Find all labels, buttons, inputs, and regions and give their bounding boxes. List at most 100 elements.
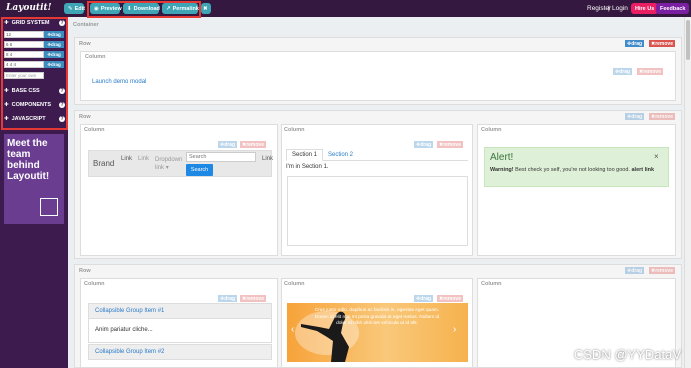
- row-remove-button[interactable]: ✖ remove: [649, 113, 675, 120]
- clear-button[interactable]: ✖: [201, 3, 211, 14]
- column-remove-button[interactable]: ✖ remove: [240, 295, 266, 302]
- drag-label: drag: [51, 32, 61, 37]
- help-icon[interactable]: ?: [59, 20, 65, 26]
- plus-icon: ✚: [4, 102, 9, 108]
- drag-label: drag: [631, 113, 643, 120]
- carousel-prev-icon[interactable]: ‹: [291, 324, 294, 335]
- download-icon: ⬇: [127, 5, 132, 12]
- row-label: Row: [79, 41, 91, 47]
- column-drag-handle[interactable]: ✥ drag: [218, 141, 238, 148]
- column-remove-button[interactable]: ✖ remove: [437, 141, 463, 148]
- javascript-header[interactable]: ✚ JAVASCRIPT?: [4, 116, 65, 122]
- team-promo[interactable]: Meet the team behind Layoutit!: [4, 134, 64, 224]
- grid-drag-12[interactable]: ✥ drag: [44, 31, 64, 38]
- column-1[interactable]: [80, 51, 676, 101]
- download-label: Download: [133, 5, 160, 12]
- scrollbar[interactable]: [684, 17, 691, 368]
- tab-panel: [287, 176, 468, 246]
- nav-separator: |: [608, 5, 610, 12]
- collapse-body-text: Anim pariatur cliche...: [95, 327, 153, 333]
- column-label: Column: [284, 127, 305, 133]
- launch-demo-modal-link[interactable]: Launch demo modal: [92, 79, 146, 85]
- grid-input-8-4[interactable]: 8 4: [4, 51, 44, 58]
- column-label: Column: [284, 281, 305, 287]
- caret-icon: ▾: [165, 165, 169, 171]
- row-label: Row: [79, 114, 91, 120]
- column-remove-button[interactable]: ✖ remove: [637, 68, 663, 75]
- column-label: Column: [84, 281, 105, 287]
- column-drag-handle[interactable]: ✥ drag: [613, 68, 633, 75]
- drag-label: drag: [51, 42, 61, 47]
- plus-icon: ✚: [4, 88, 9, 94]
- promo-frame: [40, 198, 58, 216]
- grid-input-12[interactable]: 12: [4, 31, 44, 38]
- base-css-header[interactable]: ✚ BASE CSS?: [4, 88, 65, 94]
- column-remove-button[interactable]: ✖ remove: [437, 295, 463, 302]
- drag-label: drag: [51, 62, 61, 67]
- navbar-search-button[interactable]: Search: [186, 164, 213, 176]
- column-drag-handle[interactable]: ✥ drag: [414, 141, 434, 148]
- download-button[interactable]: ⬇ Download: [123, 3, 160, 14]
- grid-system-header[interactable]: ✚ GRID SYSTEM?: [4, 20, 65, 26]
- app-logo[interactable]: Layoutit!: [6, 3, 52, 13]
- drag-label: drag: [224, 295, 236, 302]
- tab-section-1[interactable]: Section 1: [286, 149, 323, 161]
- alert-title: Alert!: [490, 152, 514, 163]
- carousel-next-icon[interactable]: ›: [453, 324, 456, 335]
- preview-button[interactable]: ◉ Preview: [90, 3, 122, 14]
- collapse-item-1-title[interactable]: Collapsible Group Item #1: [95, 308, 164, 314]
- tab-section-2[interactable]: Section 2: [328, 152, 353, 158]
- navbar-link-1[interactable]: Link: [121, 156, 132, 162]
- column-remove-button[interactable]: ✖ remove: [240, 141, 266, 148]
- row-drag-handle[interactable]: ✥ drag: [625, 113, 645, 120]
- grid-custom-input[interactable]: Enter your own: [4, 72, 44, 79]
- column-label: Column: [481, 127, 502, 133]
- scrollbar-thumb[interactable]: [686, 20, 690, 60]
- dropdown-label-2: link: [155, 165, 165, 171]
- components-label: COMPONENTS: [11, 102, 52, 108]
- grid-drag-4-4-4[interactable]: ✥ drag: [44, 61, 64, 68]
- column-drag-handle[interactable]: ✥ drag: [218, 295, 238, 302]
- row-remove-button[interactable]: ✖ remove: [649, 267, 675, 274]
- components-header[interactable]: ✚ COMPONENTS?: [4, 102, 65, 108]
- alert-close-button[interactable]: ×: [654, 152, 659, 161]
- logo-text: Layoutit!: [6, 3, 52, 13]
- row-drag-handle[interactable]: ✥ drag: [625, 40, 645, 47]
- remove-label: remove: [443, 141, 461, 148]
- javascript-label: JAVASCRIPT: [11, 116, 46, 122]
- help-icon[interactable]: ?: [59, 102, 65, 108]
- column-label: Column: [85, 54, 106, 60]
- tab-content: I'm in Section 1.: [286, 164, 329, 170]
- navbar-link-2[interactable]: Link: [138, 156, 149, 162]
- grid-drag-6-6[interactable]: ✥ drag: [44, 41, 64, 48]
- row-label: Row: [79, 268, 91, 274]
- grid-input-6-6[interactable]: 6 6: [4, 41, 44, 48]
- alert-text: Warning! Best check yo self, you're not …: [490, 166, 666, 174]
- column-label: Column: [84, 127, 105, 133]
- grid-input-4-4-4[interactable]: 4 4 4: [4, 61, 44, 68]
- help-icon[interactable]: ?: [59, 88, 65, 94]
- navbar-search-input[interactable]: [186, 152, 256, 162]
- login-link[interactable]: Login: [612, 5, 628, 12]
- column-drag-handle[interactable]: ✥ drag: [414, 295, 434, 302]
- drag-label: drag: [619, 68, 631, 75]
- permalink-button[interactable]: ↗ Permalink: [162, 3, 199, 14]
- remove-label: remove: [246, 295, 264, 302]
- help-icon[interactable]: ?: [59, 116, 65, 122]
- row-drag-handle[interactable]: ✥ drag: [625, 267, 645, 274]
- navbar-brand[interactable]: Brand: [93, 159, 114, 168]
- alert-bold: Warning!: [490, 167, 514, 173]
- alert-link[interactable]: alert link: [631, 167, 654, 173]
- grid-drag-8-4[interactable]: ✥ drag: [44, 51, 64, 58]
- navbar-link-3[interactable]: Link: [262, 156, 273, 162]
- hire-us-button[interactable]: Hire Us: [631, 3, 659, 14]
- row-remove-button[interactable]: ✖ remove: [649, 40, 675, 47]
- feedback-button[interactable]: Feedback: [656, 3, 690, 14]
- collapse-item-2-title[interactable]: Collapsible Group Item #2: [95, 349, 164, 355]
- edit-button[interactable]: ✎ Edit: [64, 3, 85, 14]
- navbar-dropdown[interactable]: Dropdown link ▾: [155, 156, 182, 172]
- column-alert[interactable]: [477, 124, 676, 256]
- drag-label: drag: [420, 141, 432, 148]
- drag-label: drag: [631, 267, 643, 274]
- permalink-label: Permalink: [172, 5, 199, 12]
